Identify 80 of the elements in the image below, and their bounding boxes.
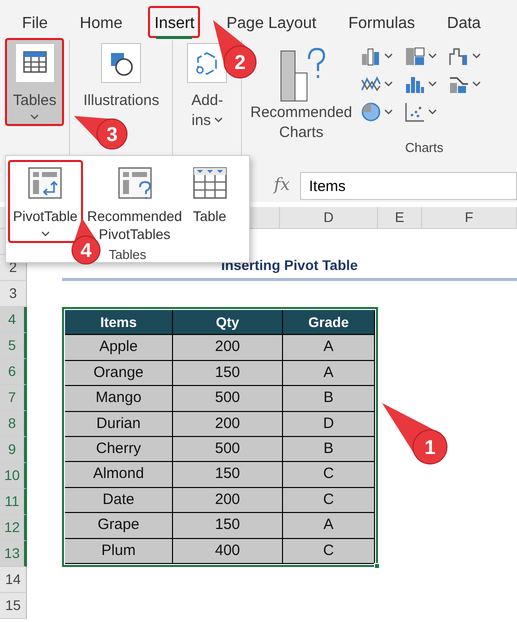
table-cell: Grape xyxy=(65,513,173,539)
table-cell: B xyxy=(283,386,375,412)
table-cell: A xyxy=(283,513,375,539)
table-cell: Apple xyxy=(65,335,173,361)
row-header[interactable]: 8 xyxy=(0,411,27,437)
caret-icon[interactable] xyxy=(384,81,394,87)
row-header[interactable]: 14 xyxy=(0,567,27,593)
column-header[interactable]: F xyxy=(422,207,517,229)
table-cell: 500 xyxy=(173,436,283,462)
caret-icon[interactable] xyxy=(472,81,482,87)
table-cell: C xyxy=(283,538,375,564)
pie-chart-icon[interactable] xyxy=(361,102,382,122)
table-cell: 400 xyxy=(173,538,283,564)
column-header[interactable]: E xyxy=(378,207,422,229)
dropdown-button[interactable]: Table xyxy=(186,160,233,230)
ribbon-tab[interactable]: Home xyxy=(74,6,128,38)
row-header[interactable]: 7 xyxy=(0,385,27,411)
ribbon-button[interactable]: Tables xyxy=(5,38,64,126)
histogram-chart-icon[interactable] xyxy=(405,74,426,94)
table-cell: Almond xyxy=(65,462,173,488)
row-header[interactable]: 9 xyxy=(0,437,27,463)
column-chart-icon[interactable] xyxy=(361,46,382,66)
function-icon[interactable]: fx xyxy=(270,173,294,199)
caret-icon[interactable] xyxy=(384,53,394,59)
caret-icon[interactable] xyxy=(384,109,394,115)
ribbon-tab[interactable]: File xyxy=(16,6,54,38)
ribbon-tab[interactable]: Formulas xyxy=(342,6,422,38)
row-header[interactable]: 6 xyxy=(0,359,27,385)
row-header[interactable]: 10 xyxy=(0,463,27,489)
ribbon-button[interactable]: Illustrations xyxy=(75,38,168,116)
row-header[interactable]: 11 xyxy=(0,489,27,515)
group-label: Charts xyxy=(405,139,444,157)
caret-icon[interactable] xyxy=(472,53,482,59)
row-header[interactable]: 4 xyxy=(0,307,27,333)
table-header-cell: Items xyxy=(65,310,173,336)
table-cell: 500 xyxy=(173,386,283,412)
caret-icon[interactable] xyxy=(428,109,438,115)
table-cell: Plum xyxy=(65,538,173,564)
step-callout: 1 xyxy=(382,403,448,464)
table-cell: C xyxy=(283,462,375,488)
dropdown-button[interactable]: PivotTable xyxy=(8,160,83,242)
scatter-chart-icon[interactable] xyxy=(405,102,426,122)
table-cell: 200 xyxy=(173,335,283,361)
pivot-table-icon xyxy=(27,166,64,200)
table-icon xyxy=(192,166,228,200)
row-header[interactable]: 13 xyxy=(0,541,27,567)
ribbon-tab[interactable]: Page Layout xyxy=(220,6,322,38)
formula-field[interactable]: Items xyxy=(300,172,517,200)
table-cell: Mango xyxy=(65,386,173,412)
ribbon-tab[interactable]: Data xyxy=(441,6,487,38)
table-cell: C xyxy=(283,488,375,514)
row-header[interactable]: 5 xyxy=(0,333,27,359)
table-cell: 150 xyxy=(173,513,283,539)
table-cell: Date xyxy=(65,488,173,514)
table-cell: D xyxy=(283,412,375,437)
table-cell: Durian xyxy=(65,412,173,437)
table-cell: A xyxy=(283,335,375,361)
table-cell: 200 xyxy=(173,412,283,437)
step-callout: 3 xyxy=(74,116,128,150)
ribbon-button[interactable]: Recommended Charts xyxy=(247,42,356,148)
table-cell: 150 xyxy=(173,360,283,386)
line-chart-icon[interactable] xyxy=(361,74,382,94)
row-header[interactable]: 15 xyxy=(0,593,27,619)
treemap-chart-icon[interactable] xyxy=(405,46,426,66)
caret-icon[interactable] xyxy=(428,53,438,59)
column-header[interactable]: D xyxy=(280,207,378,229)
waterfall-chart-icon[interactable] xyxy=(449,46,470,66)
caret-icon[interactable] xyxy=(428,81,438,87)
fill-handle[interactable] xyxy=(374,563,380,569)
row-header[interactable]: 3 xyxy=(0,281,27,307)
table-cell: Orange xyxy=(65,360,173,386)
table-cell: Cherry xyxy=(65,436,173,462)
table-cell: 150 xyxy=(173,462,283,488)
table-header-cell: Qty xyxy=(173,310,283,336)
table-header-cell: Grade xyxy=(283,310,375,336)
row-header[interactable]: 12 xyxy=(0,515,27,541)
pivot-table-question-icon xyxy=(116,166,153,200)
table-cell: B xyxy=(283,436,375,462)
table-cell: A xyxy=(283,360,375,386)
table-cell: 200 xyxy=(173,488,283,514)
